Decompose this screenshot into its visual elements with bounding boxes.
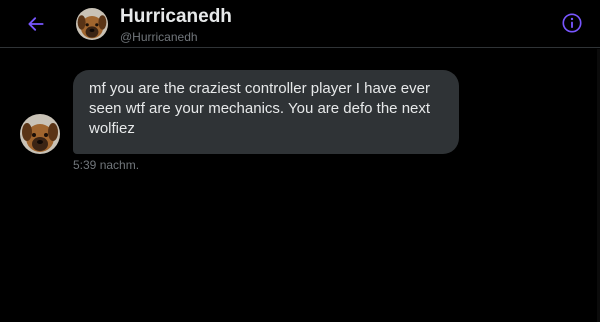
message-timestamp: 5:39 nachm. (73, 158, 140, 172)
conversation-header: Hurricanedh @Hurricanedh (0, 0, 600, 48)
back-button[interactable] (22, 10, 50, 38)
conversation-info-button[interactable] (561, 12, 583, 34)
arrow-left-icon (28, 17, 44, 31)
contact-display-name[interactable]: Hurricanedh (120, 6, 232, 28)
contact-handle: @Hurricanedh (120, 30, 198, 44)
header-avatar[interactable] (76, 8, 108, 40)
message-sender-avatar[interactable] (20, 114, 60, 154)
message-bubble[interactable]: mf you are the craziest controller playe… (73, 70, 459, 154)
info-circle-icon (562, 13, 582, 33)
